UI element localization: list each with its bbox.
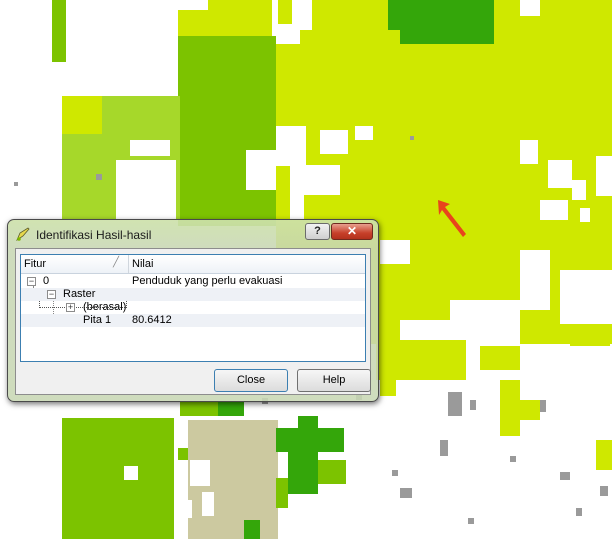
results-tree[interactable]: Fitur ╱ Nilai − 0 Penduduk yang perlu ev… <box>20 254 366 362</box>
row-fitur: (berasal) <box>83 301 127 313</box>
column-divider[interactable] <box>128 255 129 273</box>
title-help-button[interactable]: ? <box>305 223 330 240</box>
row-nilai: 80.6412 <box>132 314 172 326</box>
collapse-icon[interactable]: − <box>27 277 36 286</box>
identify-icon <box>16 227 30 241</box>
column-header-fitur[interactable]: Fitur <box>24 258 46 270</box>
column-header-nilai[interactable]: Nilai <box>132 258 153 270</box>
close-button[interactable]: Close <box>214 369 288 392</box>
tree-row[interactable]: + (berasal) <box>21 301 365 314</box>
row-nilai: Penduduk yang perlu evakuasi <box>132 275 283 287</box>
row-fitur: Pita 1 <box>83 314 112 326</box>
arrow-cursor-icon <box>438 200 466 237</box>
identify-results-dialog: Identifikasi Hasil-hasil ? ✕ Fitur ╱ Nil… <box>7 219 379 402</box>
tree-row[interactable]: Pita 1 80.6412 <box>21 314 365 327</box>
tree-row[interactable]: − 0 Penduduk yang perlu evakuasi <box>21 275 365 308</box>
tree-header: Fitur ╱ Nilai <box>21 255 365 274</box>
title-close-button[interactable]: ✕ <box>331 223 373 240</box>
expand-icon[interactable]: + <box>66 303 75 312</box>
dialog-client-area: Fitur ╱ Nilai − 0 Penduduk yang perlu ev… <box>15 248 371 395</box>
tree-row[interactable]: − Raster <box>21 288 365 301</box>
row-fitur: 0 <box>43 275 50 287</box>
sort-indicator-icon: ╱ <box>113 257 120 268</box>
help-button[interactable]: Help <box>297 369 371 392</box>
dialog-titlebar[interactable]: Identifikasi Hasil-hasil ? ✕ <box>8 220 378 248</box>
row-fitur: Raster <box>63 288 96 300</box>
collapse-icon[interactable]: − <box>47 290 56 299</box>
dialog-title: Identifikasi Hasil-hasil <box>36 228 152 242</box>
